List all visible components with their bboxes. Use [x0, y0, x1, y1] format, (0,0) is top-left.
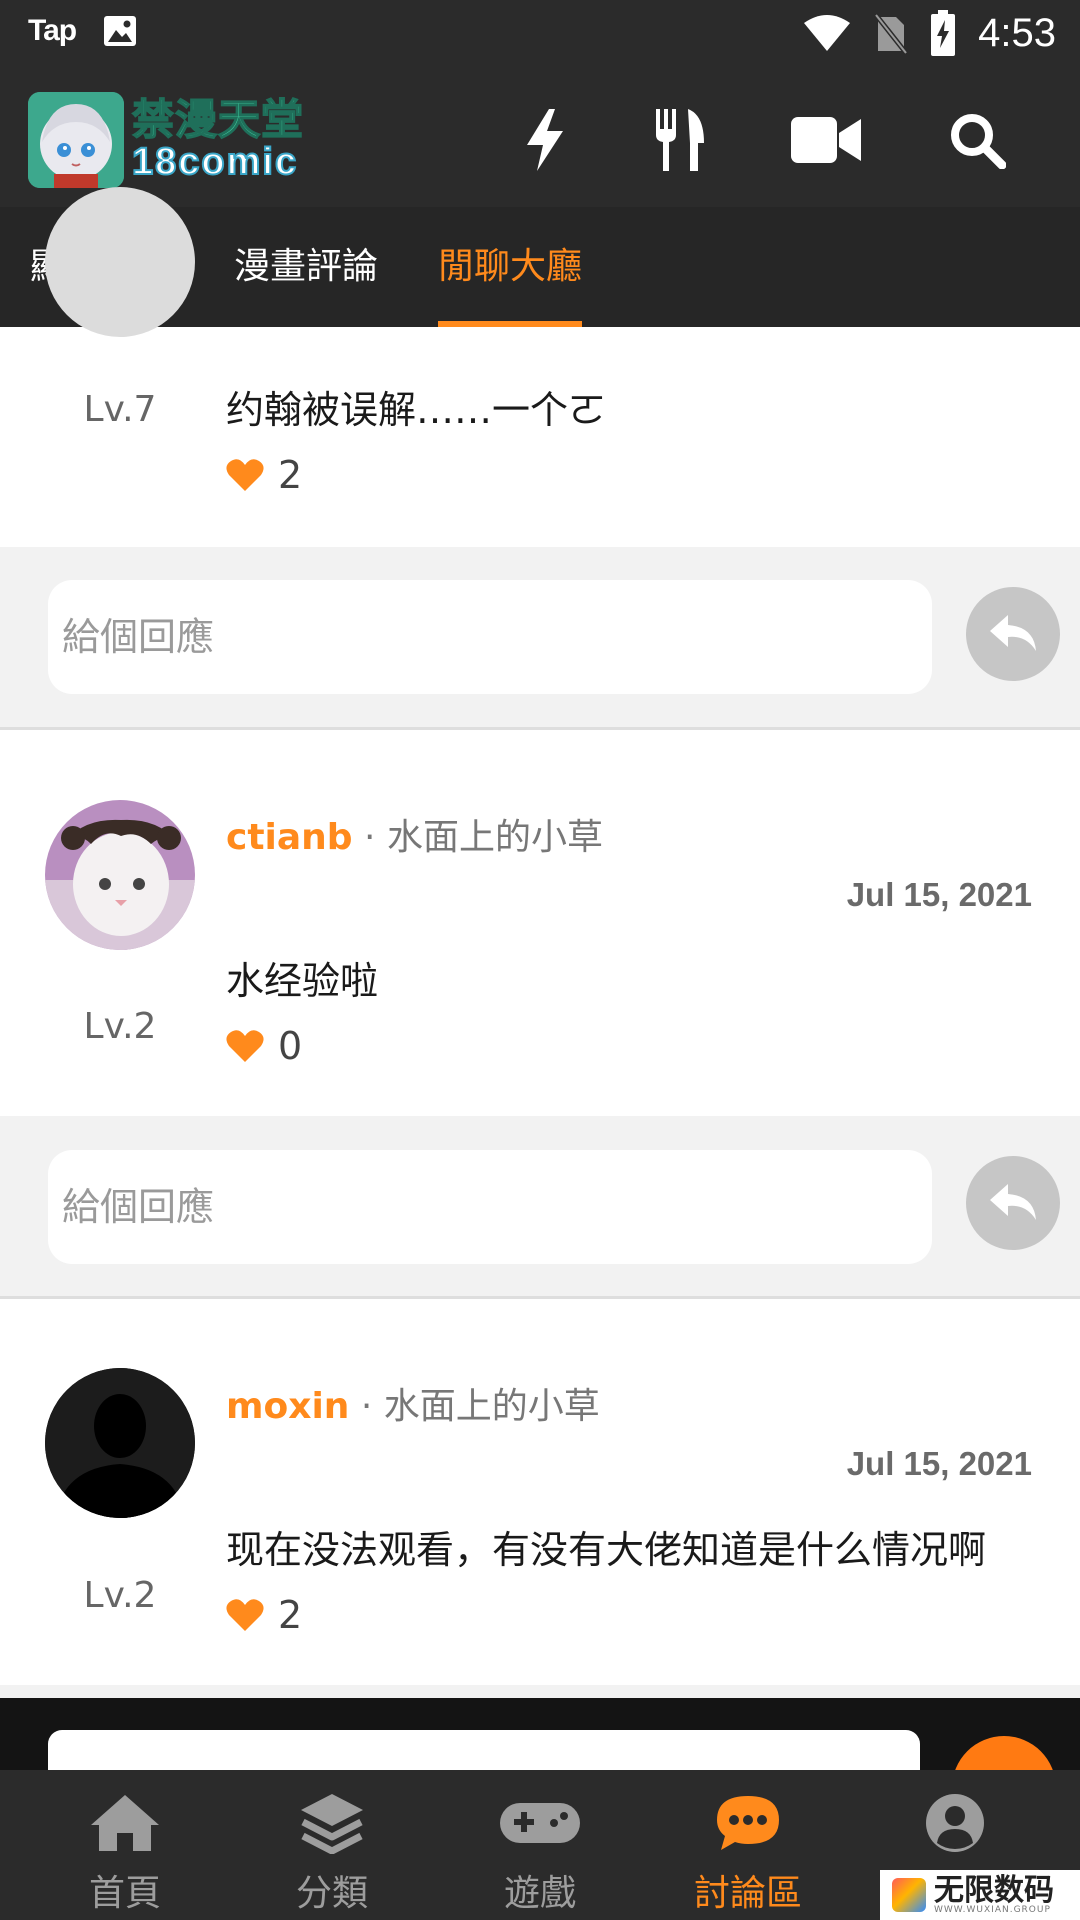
- like-count: 0: [278, 1024, 303, 1068]
- app-bar: 禁漫天堂 18comic: [0, 72, 1080, 207]
- reply-area: [0, 1116, 1080, 1299]
- heart-icon: [226, 1030, 264, 1062]
- avatar[interactable]: [45, 187, 195, 337]
- nav-home[interactable]: 首頁: [35, 1770, 215, 1920]
- forum-name: 水面上的小草: [383, 1386, 600, 1427]
- image-notification-icon: [104, 16, 137, 46]
- nav-label: 遊戲: [503, 1873, 576, 1914]
- battery-charging-icon: [931, 10, 956, 56]
- reply-input[interactable]: [48, 580, 932, 694]
- nav-categories[interactable]: 分類: [242, 1770, 422, 1920]
- tab-comic-reviews[interactable]: 漫畫評論: [234, 207, 378, 327]
- comment-text: 现在没法观看，有没有大佬知道是什么情况啊: [226, 1528, 987, 1572]
- status-bar: Tap 4:53: [0, 0, 1080, 72]
- clock: 4:53: [978, 10, 1056, 55]
- user-icon: [925, 1788, 985, 1858]
- bolt-icon[interactable]: [507, 102, 583, 178]
- comment-author: ctianb · 水面上的小草: [226, 808, 603, 860]
- reply-button[interactable]: [966, 1156, 1060, 1250]
- reply-input[interactable]: [48, 1150, 932, 1264]
- wifi-icon: [804, 15, 851, 51]
- username[interactable]: moxin: [226, 1386, 349, 1427]
- avatar[interactable]: [45, 800, 195, 950]
- reply-area: [0, 547, 1080, 730]
- no-sim-icon: [874, 13, 909, 55]
- watermark-en: WWW.WUXIAN.GROUP: [934, 1904, 1051, 1915]
- nav-label: 首頁: [88, 1873, 161, 1914]
- nav-label: 分類: [295, 1873, 368, 1914]
- nav-forum[interactable]: 討論區: [658, 1770, 838, 1920]
- nav-games[interactable]: 遊戲: [450, 1770, 630, 1920]
- watermark: 无限数码 WWW.WUXIAN.GROUP: [880, 1870, 1080, 1920]
- like-count: 2: [278, 453, 303, 497]
- home-icon: [89, 1788, 161, 1858]
- tab-chat-lobby[interactable]: 閒聊大廳: [438, 207, 582, 327]
- gamepad-icon: [500, 1788, 580, 1858]
- meta-separator: ·: [352, 817, 387, 858]
- tap-app-icon: Tap: [28, 14, 77, 47]
- reply-arrow-icon: [990, 1184, 1036, 1220]
- username[interactable]: ctianb: [226, 817, 353, 858]
- like-button[interactable]: 2: [226, 1593, 302, 1637]
- heart-icon: [226, 459, 264, 491]
- user-level: Lv.7: [83, 389, 157, 430]
- heart-icon: [226, 1599, 264, 1631]
- reply-button[interactable]: [966, 587, 1060, 681]
- comment-text: 水经验啦: [226, 959, 379, 1003]
- comment-date: Jul 15, 2021: [846, 876, 1032, 913]
- comment-text: 约翰被误解……一个ㄛ: [226, 388, 607, 432]
- avatar[interactable]: [45, 1368, 195, 1518]
- like-button[interactable]: 0: [226, 1024, 302, 1068]
- chat-icon: [715, 1788, 781, 1858]
- forum-name: 水面上的小草: [386, 817, 603, 858]
- video-icon[interactable]: [788, 102, 864, 178]
- comment-author: moxin · 水面上的小草: [226, 1377, 600, 1429]
- reply-arrow-icon: [990, 615, 1036, 651]
- like-button[interactable]: 2: [226, 453, 302, 497]
- watermark-logo-icon: [892, 1878, 926, 1912]
- nav-label: 討論區: [693, 1873, 802, 1914]
- comment-card: Lv.2 moxin · 水面上的小草 Jul 15, 2021 现在没法观看，…: [0, 1299, 1080, 1685]
- new-post-input[interactable]: [48, 1730, 920, 1770]
- send-button[interactable]: [952, 1736, 1056, 1770]
- comment-card: Lv.7 约翰被误解……一个ㄛ 2: [0, 187, 1080, 547]
- user-level: Lv.2: [83, 1006, 157, 1047]
- search-icon[interactable]: [939, 102, 1015, 178]
- watermark-cn: 无限数码: [934, 1872, 1054, 1908]
- logo-cn-text: 禁漫天堂: [131, 95, 305, 144]
- logo-en-text: 18comic: [131, 141, 299, 183]
- layers-icon: [299, 1788, 365, 1858]
- mascot-logo-icon: [28, 92, 124, 188]
- comment-date: Jul 15, 2021: [846, 1445, 1032, 1482]
- user-level: Lv.2: [83, 1575, 157, 1616]
- like-count: 2: [278, 1593, 303, 1637]
- meta-separator: ·: [349, 1386, 384, 1427]
- compose-bar: [0, 1698, 1080, 1770]
- comment-card: Lv.2 ctianb · 水面上的小草 Jul 15, 2021 水经验啦 0: [0, 730, 1080, 1116]
- utensils-icon[interactable]: [642, 102, 718, 178]
- app-logo[interactable]: 禁漫天堂 18comic: [28, 92, 328, 188]
